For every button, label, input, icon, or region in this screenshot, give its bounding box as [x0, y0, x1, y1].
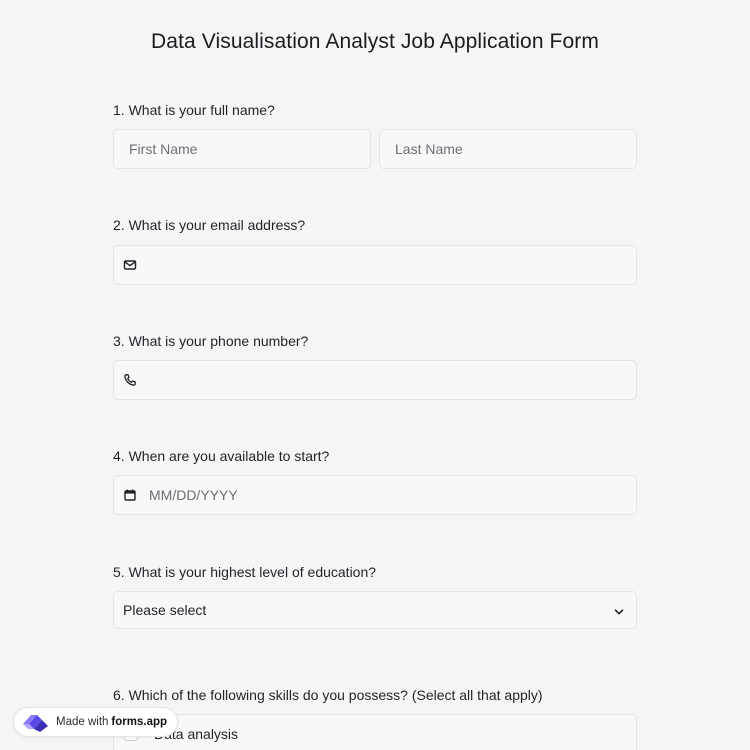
start-date-placeholder: MM/DD/YYYY: [149, 487, 238, 503]
last-name-placeholder: Last Name: [395, 141, 463, 157]
question-label-email: 2. What is your email address?: [113, 217, 306, 233]
form-title: Data Visualisation Analyst Job Applicati…: [151, 30, 599, 53]
made-with-text: Made with: [56, 716, 109, 728]
phone-icon: [123, 373, 137, 387]
question-label-start-date: 4. When are you available to start?: [113, 448, 330, 464]
first-name-placeholder: First Name: [129, 141, 198, 157]
calendar-icon: [123, 488, 137, 502]
question-label-skills: 6. Which of the following skills do you …: [113, 687, 543, 703]
education-selected-value: Please select: [123, 602, 207, 618]
email-input[interactable]: [113, 245, 637, 285]
made-with-badge[interactable]: Made with forms.app: [13, 707, 179, 737]
phone-input[interactable]: [113, 360, 637, 400]
start-date-input[interactable]: MM/DD/YYYY: [113, 475, 637, 515]
question-label-phone: 3. What is your phone number?: [113, 333, 309, 349]
brand-name: forms.app: [111, 716, 168, 728]
mail-icon: [123, 258, 137, 272]
forms-app-logo-icon: [20, 710, 50, 734]
chevron-down-icon: [613, 605, 625, 617]
question-label-education: 5. What is your highest level of educati…: [113, 564, 377, 580]
question-label-full-name: 1. What is your full name?: [113, 102, 275, 118]
education-select[interactable]: Please select: [113, 591, 637, 629]
last-name-input[interactable]: Last Name: [379, 129, 637, 169]
first-name-input[interactable]: First Name: [113, 129, 371, 169]
skill-option-data-analysis[interactable]: Data analysis: [113, 714, 637, 750]
form-page: Data Visualisation Analyst Job Applicati…: [0, 0, 750, 750]
